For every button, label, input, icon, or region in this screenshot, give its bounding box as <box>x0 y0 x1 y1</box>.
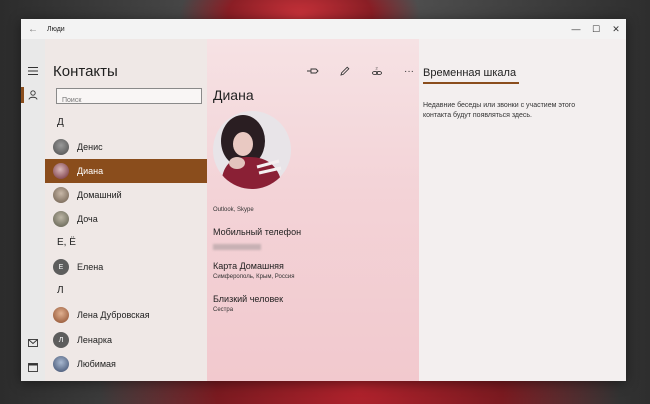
contact-name: Доча <box>77 214 98 224</box>
contact-name-heading: Диана <box>213 87 254 103</box>
address-link[interactable]: Симферополь, Крым, Россия <box>213 274 294 280</box>
title-bar: ← Люди — ☐ ✕ <box>21 19 626 39</box>
contact-name: Любимая <box>77 359 116 369</box>
contact-name: Домашний <box>77 190 122 200</box>
hamburger-menu-icon[interactable] <box>21 61 45 81</box>
contacts-title: Контакты <box>53 63 118 80</box>
timeline-pane: Временная шкала Недавние беседы или звон… <box>419 39 626 381</box>
back-arrow-icon[interactable]: ← <box>21 24 45 35</box>
detail-toolbar: 2 ··· <box>297 61 425 81</box>
group-header: Д <box>57 117 64 128</box>
contact-item-diana[interactable]: Диана <box>45 159 207 183</box>
link-contacts-icon[interactable]: 2 <box>361 61 393 81</box>
maximize-icon[interactable]: ☐ <box>586 19 606 39</box>
timeline-empty-message: Недавние беседы или звонки с участием эт… <box>423 102 576 119</box>
search-box[interactable] <box>56 88 202 108</box>
contact-name: Елена <box>77 262 104 272</box>
contact-sources: Outlook, Skype <box>213 207 254 213</box>
close-icon[interactable]: ✕ <box>606 19 626 39</box>
field-label-map: Карта Домашняя <box>213 261 284 271</box>
contact-item-elena[interactable]: Е Елена <box>45 255 207 279</box>
contact-name: Ленарка <box>77 335 113 345</box>
contact-item-denis[interactable]: Денис <box>45 135 207 159</box>
minimize-icon[interactable]: — <box>566 19 586 39</box>
phone-number-redacted[interactable] <box>213 244 261 250</box>
nav-rail <box>21 39 45 381</box>
contact-name: Диана <box>77 166 104 176</box>
window-controls: — ☐ ✕ <box>566 19 626 39</box>
group-header: Е, Ё <box>57 237 76 248</box>
field-label-relationship: Близкий человек <box>213 294 284 304</box>
avatar-initial: Л <box>53 332 69 348</box>
avatar <box>53 139 69 155</box>
contact-photo <box>213 111 291 189</box>
contact-detail-pane: 2 ··· Диана Outlook, Skype Мобильный тел… <box>207 39 419 381</box>
group-header: Л <box>57 285 64 296</box>
timeline-tab[interactable]: Временная шкала <box>423 67 516 79</box>
svg-text:2: 2 <box>376 66 379 71</box>
avatar <box>53 307 69 323</box>
contact-item-docha[interactable]: Доча <box>45 207 207 231</box>
mail-icon[interactable] <box>21 333 45 353</box>
contact-name: Лена Дубровская <box>77 310 150 320</box>
field-label-mobile-phone: Мобильный телефон <box>213 227 302 237</box>
contact-name: Денис <box>77 142 103 152</box>
contact-item-lyubimaya[interactable]: Любимая <box>45 352 207 376</box>
calendar-icon[interactable] <box>21 357 45 377</box>
relationship-value: Сестра <box>213 307 234 313</box>
people-app-window: ← Люди — ☐ ✕ Контакты + Д <box>21 19 626 381</box>
pin-icon[interactable] <box>297 61 329 81</box>
contact-item-lenarka[interactable]: Л Ленарка <box>45 328 207 352</box>
avatar <box>53 187 69 203</box>
contact-item-lena-dubrovskaya[interactable]: Лена Дубровская <box>45 303 207 327</box>
app-title: Люди <box>47 25 65 33</box>
avatar <box>53 356 69 372</box>
edit-pencil-icon[interactable] <box>329 61 361 81</box>
avatar-initial: Е <box>53 259 69 275</box>
person-icon[interactable] <box>21 85 45 105</box>
avatar <box>53 163 69 179</box>
contact-item-domashniy[interactable]: Домашний <box>45 183 207 207</box>
contacts-pane: Контакты + Д Денис Диана Домашний Доча Е… <box>45 39 222 381</box>
timeline-tab-underline <box>423 82 519 84</box>
avatar <box>53 211 69 227</box>
search-input[interactable] <box>57 93 201 108</box>
